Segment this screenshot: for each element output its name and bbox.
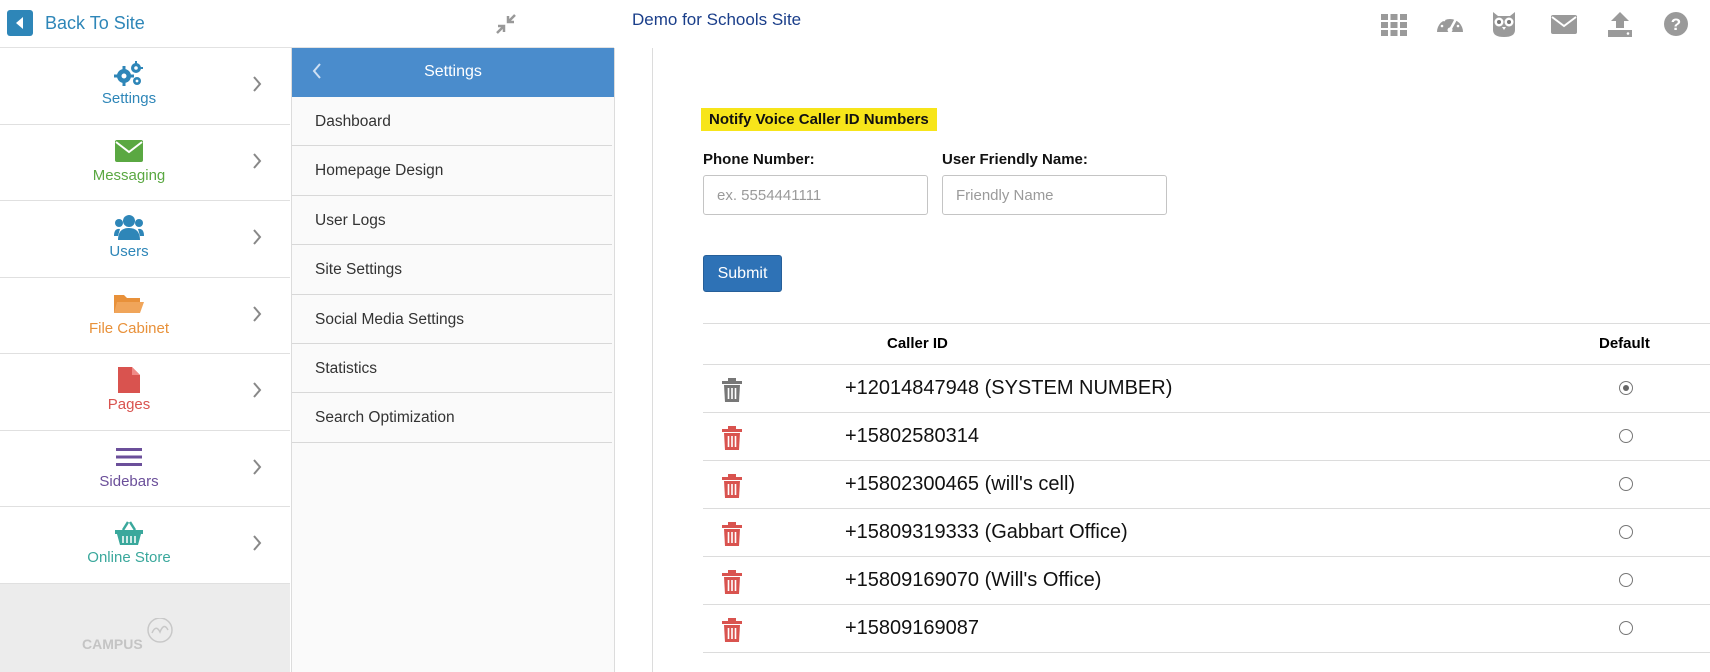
table-body: +12014847948 (SYSTEM NUMBER) +15802580314… — [703, 365, 1710, 653]
caller-id-table: Caller ID Default +12014847948 (SYSTEM N… — [703, 323, 1710, 653]
trash-icon[interactable] — [719, 521, 745, 547]
default-radio[interactable] — [1619, 477, 1633, 491]
trash-icon[interactable] — [719, 473, 745, 499]
submit-button[interactable]: Submit — [703, 255, 782, 292]
nav-item-pages[interactable]: Pages — [0, 354, 290, 431]
table-row: +15809319333 (Gabbart Office) — [703, 509, 1710, 557]
submenu-item-homepage-design[interactable]: Homepage Design — [292, 146, 612, 196]
nav-item-label: Messaging — [92, 166, 166, 184]
nav-item-settings[interactable]: Settings — [0, 48, 290, 125]
trash-icon[interactable] — [719, 569, 745, 595]
submenu-header: Settings — [292, 48, 614, 97]
phone-number-input[interactable] — [703, 175, 928, 215]
chevron-right-icon — [252, 305, 262, 327]
column-header-default: Default — [1599, 335, 1650, 352]
gears-icon — [113, 60, 145, 88]
table-row: +15809169087 — [703, 605, 1710, 653]
apps-grid-icon[interactable] — [1380, 10, 1408, 38]
site-title[interactable]: Demo for Schools Site — [632, 10, 801, 30]
chevron-right-icon — [252, 535, 262, 556]
caller-id-number: +15802300465 (will's cell) — [845, 473, 1076, 495]
content-gutter — [614, 48, 653, 672]
chevron-right-icon — [252, 229, 262, 250]
main-nav: Settings Messaging Users File Cabinet Pa… — [0, 48, 290, 584]
nav-item-messaging[interactable]: Messaging — [0, 124, 290, 201]
logo-text: CAMPUS — [82, 636, 143, 652]
basket-icon — [113, 519, 145, 547]
trash-icon[interactable] — [719, 377, 745, 403]
nav-item-label: File Cabinet — [88, 319, 170, 337]
default-radio[interactable] — [1619, 429, 1633, 443]
caller-id-number: +15809169070 (Will's Office) — [845, 569, 1102, 591]
owl-icon[interactable] — [1490, 10, 1518, 38]
chevron-right-icon — [252, 152, 262, 174]
help-icon[interactable]: ? — [1662, 10, 1690, 38]
nav-item-sidebars[interactable]: Sidebars — [0, 430, 290, 507]
caller-id-number: +12014847948 (SYSTEM NUMBER) — [845, 377, 1173, 399]
nav-item-label: Settings — [101, 90, 157, 107]
chevron-right-icon — [252, 76, 262, 97]
mail-icon[interactable] — [1550, 10, 1578, 38]
nav-item-users[interactable]: Users — [0, 201, 290, 278]
trash-icon[interactable] — [719, 617, 745, 643]
trash-icon[interactable] — [719, 425, 745, 451]
back-bar: Back To Site — [0, 0, 614, 48]
chevron-right-icon — [252, 458, 262, 480]
table-row: +15809169070 (Will's Office) — [703, 557, 1710, 605]
table-row: +15802580314 — [703, 413, 1710, 461]
friendly-name-input[interactable] — [942, 175, 1167, 215]
nav-item-online-store[interactable]: Online Store — [0, 507, 290, 584]
table-header: Caller ID Default — [703, 324, 1710, 365]
nav-item-label: Pages — [107, 396, 151, 413]
submenu-item-user-logs[interactable]: User Logs — [292, 196, 612, 246]
top-bar: Demo for Schools Site ? — [614, 0, 1710, 48]
left-panel: Settings Messaging Users File Cabinet Pa… — [0, 0, 290, 672]
submenu-item-site-settings[interactable]: Site Settings — [292, 245, 612, 295]
chevron-right-icon — [252, 382, 262, 403]
caller-id-number: +15809169087 — [845, 617, 980, 639]
envelope-icon — [113, 137, 145, 165]
table-row: +15802300465 (will's cell) — [703, 461, 1710, 509]
submenu-item-search-optimization[interactable]: Search Optimization — [292, 393, 612, 443]
back-to-site-label: Back To Site — [45, 12, 145, 33]
nav-item-label: Sidebars — [99, 472, 159, 490]
settings-submenu: Settings Dashboard Homepage Design User … — [291, 48, 614, 672]
nav-item-file-cabinet[interactable]: File Cabinet — [0, 277, 290, 354]
default-radio[interactable] — [1619, 381, 1633, 395]
submenu-item-dashboard[interactable]: Dashboard — [292, 97, 612, 147]
section-heading: Notify Voice Caller ID Numbers — [701, 108, 937, 131]
caller-id-number: +15802580314 — [845, 425, 980, 447]
submenu-item-social-media-settings[interactable]: Social Media Settings — [292, 295, 612, 344]
default-radio[interactable] — [1619, 525, 1633, 539]
default-radio[interactable] — [1619, 621, 1633, 635]
users-icon — [113, 213, 145, 241]
caller-id-number: +15809319333 (Gabbart Office) — [845, 521, 1128, 543]
back-arrow-icon — [7, 10, 33, 36]
collapse-icon[interactable] — [494, 12, 518, 36]
table-row: +12014847948 (SYSTEM NUMBER) — [703, 365, 1710, 413]
svg-text:?: ? — [1671, 15, 1681, 34]
default-radio[interactable] — [1619, 573, 1633, 587]
nav-item-label: Users — [109, 243, 149, 260]
back-to-site-button[interactable]: Back To Site — [7, 10, 145, 36]
submenu-title: Settings — [424, 63, 482, 80]
campus-logo: CAMPUS — [82, 617, 176, 654]
bars-icon — [113, 443, 145, 471]
submenu-item-statistics[interactable]: Statistics — [292, 344, 612, 394]
page-icon — [113, 366, 145, 394]
friendly-name-label: User Friendly Name: — [942, 151, 1088, 168]
column-header-caller-id: Caller ID — [887, 335, 948, 352]
dashboard-gauge-icon[interactable] — [1436, 10, 1464, 38]
upload-icon[interactable] — [1606, 10, 1634, 38]
main-content: Notify Voice Caller ID Numbers Phone Num… — [654, 48, 1710, 672]
phone-number-label: Phone Number: — [703, 151, 815, 168]
folder-icon — [113, 290, 145, 318]
nav-item-label: Online Store — [87, 549, 171, 566]
